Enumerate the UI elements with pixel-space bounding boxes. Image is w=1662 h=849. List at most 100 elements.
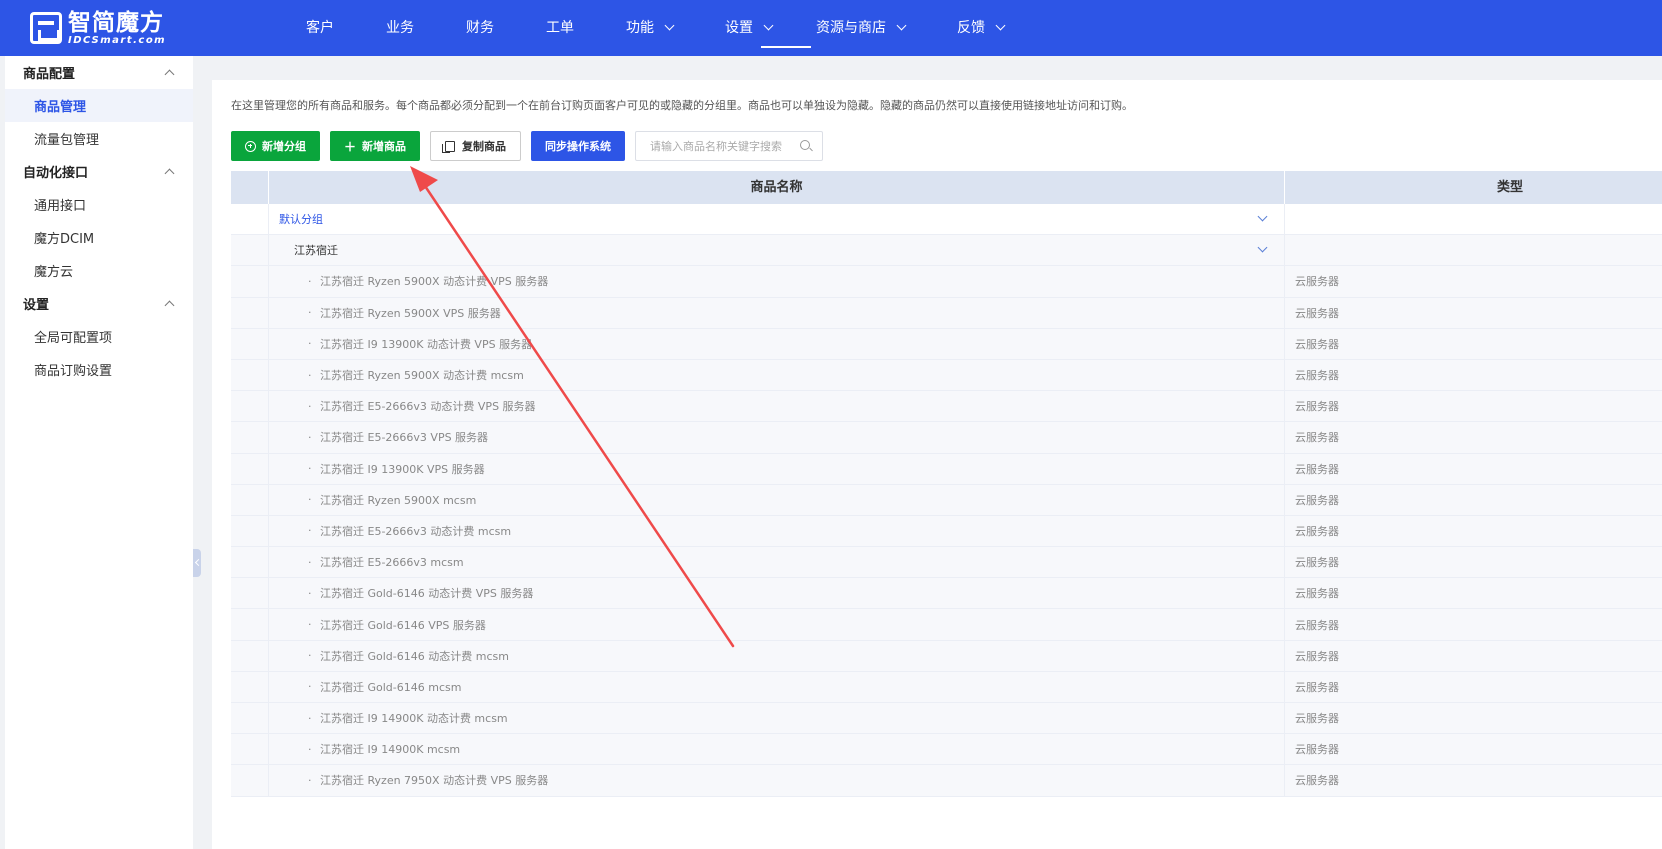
product-name[interactable]: 江苏宿迁 E5-2666v3 动态计费 VPS 服务器 [320,398,536,414]
copy-product-button[interactable]: 复制商品 [430,131,522,161]
sidebar-item-order-settings[interactable]: 商品订购设置 [5,353,193,386]
chevron-down-icon [995,20,1006,31]
product-type: 云服务器 [1295,743,1339,757]
table-row-subgroup[interactable]: 江苏宿迁 [231,235,1662,267]
product-name[interactable]: 江苏宿迁 Ryzen 5900X VPS 服务器 [320,305,501,321]
search-box [635,131,824,161]
table-row-group[interactable]: 默认分组 [231,204,1662,236]
search-icon[interactable] [800,140,811,150]
product-name[interactable]: 江苏宿迁 I9 14900K mcsm [320,741,460,757]
toolbar: 新增分组 ＋ 新增商品 复制商品 同步操作系统 [231,131,824,161]
table-row[interactable]: 江苏宿迁 E5-2666v3 mcsm 云服务器 [231,547,1662,579]
product-name[interactable]: 江苏宿迁 Ryzen 7950X 动态计费 VPS 服务器 [320,772,548,788]
sidebar-item-traffic-package[interactable]: 流量包管理 [5,122,193,155]
nav-settings[interactable]: 设置 [699,0,811,56]
table-row[interactable]: 江苏宿迁 Ryzen 5900X mcsm 云服务器 [231,484,1662,516]
chevron-up-icon [164,300,175,311]
product-name[interactable]: 江苏宿迁 E5-2666v3 mcsm [320,554,464,570]
table-row[interactable]: 江苏宿迁 E5-2666v3 VPS 服务器 云服务器 [231,422,1662,454]
product-name[interactable]: 江苏宿迁 I9 13900K 动态计费 VPS 服务器 [320,336,532,352]
top-navbar: 智简魔方 IDCSmart.com 客户 业务 财务 工单 功能 设置 资源与商… [0,0,1662,56]
chevron-up-icon [164,168,175,179]
product-type: 云服务器 [1295,493,1339,507]
plus-circle-icon [245,140,256,152]
chevron-down-icon [763,20,774,31]
product-name[interactable]: 江苏宿迁 I9 13900K VPS 服务器 [320,461,485,477]
search-input[interactable] [636,132,787,160]
sidebar: 商品配置 商品管理 流量包管理 自动化接口 通用接口 魔方DCIM 魔方云 设置… [5,56,193,849]
table-header: 商品名称 类型 [231,171,1662,204]
product-type: 云服务器 [1295,431,1339,445]
table-row[interactable]: 江苏宿迁 Ryzen 5900X 动态计费 VPS 服务器 云服务器 [231,266,1662,298]
nav-resources-store[interactable]: 资源与商店 [790,0,931,56]
table-row[interactable]: 江苏宿迁 I9 14900K mcsm 云服务器 [231,734,1662,766]
product-type: 云服务器 [1295,649,1339,663]
table-row[interactable]: 江苏宿迁 I9 13900K 动态计费 VPS 服务器 云服务器 [231,328,1662,360]
chevron-down-icon[interactable] [1257,211,1268,222]
product-type: 云服务器 [1295,680,1339,694]
table-row[interactable]: 江苏宿迁 E5-2666v3 动态计费 VPS 服务器 云服务器 [231,391,1662,423]
table-row[interactable]: 江苏宿迁 I9 14900K 动态计费 mcsm 云服务器 [231,703,1662,735]
sidebar-group-product-config[interactable]: 商品配置 [5,56,193,89]
product-type: 云服务器 [1295,587,1339,601]
product-type: 云服务器 [1295,712,1339,726]
nav-tickets[interactable]: 工单 [520,0,600,56]
product-type: 云服务器 [1295,462,1339,476]
nav-feedback[interactable]: 反馈 [931,0,1030,56]
product-name[interactable]: 江苏宿迁 Ryzen 5900X 动态计费 VPS 服务器 [320,273,548,289]
add-product-button[interactable]: ＋ 新增商品 [330,131,421,161]
column-header-name[interactable]: 商品名称 [269,171,1285,204]
table-row[interactable]: 江苏宿迁 Ryzen 7950X 动态计费 VPS 服务器 云服务器 [231,765,1662,797]
sync-os-button[interactable]: 同步操作系统 [531,131,626,161]
sidebar-group-settings[interactable]: 设置 [5,287,193,320]
product-type: 云服务器 [1295,337,1339,351]
brand-logo[interactable]: 智简魔方 IDCSmart.com [30,10,166,46]
product-type: 云服务器 [1295,774,1339,788]
main-nav: 客户 业务 财务 工单 功能 设置 资源与商店 反馈 [280,0,1030,56]
table-row[interactable]: 江苏宿迁 E5-2666v3 动态计费 mcsm 云服务器 [231,515,1662,548]
product-type: 云服务器 [1295,275,1339,289]
table-row[interactable]: 江苏宿迁 I9 13900K VPS 服务器 云服务器 [231,453,1662,485]
brand-name: 智简魔方 [68,9,164,36]
chevron-down-icon [896,20,907,31]
plus-icon: ＋ [344,139,357,154]
product-name[interactable]: 江苏宿迁 Gold-6146 动态计费 VPS 服务器 [320,585,533,601]
nav-customers[interactable]: 客户 [280,0,360,56]
logo-icon [30,12,62,44]
table-row[interactable]: 江苏宿迁 Ryzen 5900X VPS 服务器 云服务器 [231,297,1662,329]
product-type: 云服务器 [1295,524,1339,538]
chevron-up-icon [164,69,175,80]
product-name[interactable]: 江苏宿迁 E5-2666v3 动态计费 mcsm [320,523,511,539]
subgroup-name: 江苏宿迁 [294,244,338,258]
product-name[interactable]: 江苏宿迁 Ryzen 5900X mcsm [320,492,476,508]
product-type: 云服务器 [1295,306,1339,320]
nav-features[interactable]: 功能 [600,0,699,56]
sidebar-item-cloud[interactable]: 魔方云 [5,254,193,287]
sidebar-collapse-handle[interactable] [193,549,201,577]
sidebar-item-dcim[interactable]: 魔方DCIM [5,221,193,254]
table-row[interactable]: 江苏宿迁 Gold-6146 动态计费 mcsm 云服务器 [231,640,1662,672]
group-name[interactable]: 默认分组 [279,211,323,227]
column-header-type[interactable]: 类型 [1285,171,1662,204]
add-group-button[interactable]: 新增分组 [231,131,320,161]
product-name[interactable]: 江苏宿迁 Gold-6146 mcsm [320,679,461,695]
sidebar-item-generic-api[interactable]: 通用接口 [5,188,193,221]
table-row[interactable]: 江苏宿迁 Gold-6146 VPS 服务器 云服务器 [231,609,1662,641]
copy-icon [442,140,456,153]
page-description: 在这里管理您的所有商品和服务。每个商品都必须分配到一个在前台订购页面客户可见的或… [231,99,1133,112]
nav-business[interactable]: 业务 [360,0,440,56]
sidebar-group-automation[interactable]: 自动化接口 [5,155,193,188]
product-name[interactable]: 江苏宿迁 E5-2666v3 VPS 服务器 [320,429,488,445]
sidebar-item-product-management[interactable]: 商品管理 [5,89,193,122]
table-row[interactable]: 江苏宿迁 Ryzen 5900X 动态计费 mcsm 云服务器 [231,359,1662,392]
sidebar-item-global-options[interactable]: 全局可配置项 [5,320,193,353]
chevron-down-icon[interactable] [1257,242,1268,253]
brand-sub: IDCSmart.com [68,34,167,46]
product-name[interactable]: 江苏宿迁 Gold-6146 动态计费 mcsm [320,648,509,664]
nav-finance[interactable]: 财务 [440,0,520,56]
table-row[interactable]: 江苏宿迁 Gold-6146 动态计费 VPS 服务器 云服务器 [231,578,1662,610]
table-row[interactable]: 江苏宿迁 Gold-6146 mcsm 云服务器 [231,671,1662,703]
product-name[interactable]: 江苏宿迁 I9 14900K 动态计费 mcsm [320,710,508,726]
product-name[interactable]: 江苏宿迁 Ryzen 5900X 动态计费 mcsm [320,367,524,383]
product-name[interactable]: 江苏宿迁 Gold-6146 VPS 服务器 [320,617,486,633]
